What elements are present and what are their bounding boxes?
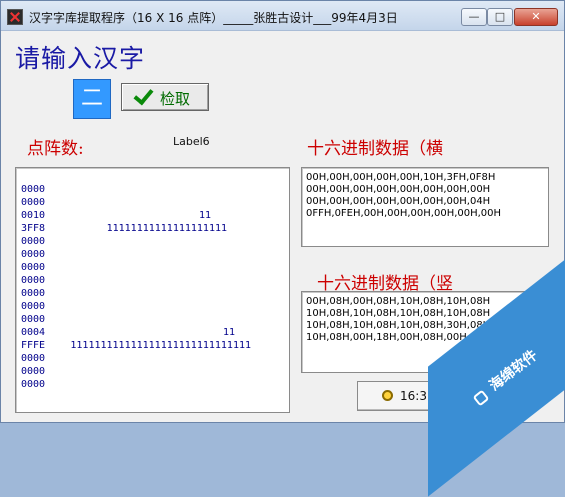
matrix-row: 3FF8 11111111111111111111: [21, 222, 289, 235]
matrix-bits: 111111111111111111111111111111: [70, 340, 252, 351]
matrix-hex: 0000: [21, 366, 46, 377]
search-button-label: 检取: [160, 90, 191, 108]
matrix-row: 0000: [21, 352, 289, 365]
page-heading: 请输入汉字: [15, 44, 146, 73]
hex-line: 00H,00H,00H,00H,00H,10H,3FH,0F8H: [306, 172, 496, 183]
matrix-row: 0000: [21, 261, 289, 274]
clock-icon: [382, 390, 393, 401]
matrix-row: 0000: [21, 378, 289, 391]
matrix-hex: FFFE: [21, 340, 46, 351]
hex-horizontal-panel[interactable]: 00H,00H,00H,00H,00H,10H,3FH,0F8H 00H,00H…: [301, 167, 549, 247]
matrix-bits: 11: [222, 327, 235, 338]
matrix-hex: 0000: [21, 301, 46, 312]
matrix-row: 0000: [21, 300, 289, 313]
matrix-hex: 0000: [21, 249, 46, 260]
matrix-row: 0000: [21, 365, 289, 378]
matrix-row: 0004 11: [21, 326, 289, 339]
matrix-row: 0000: [21, 235, 289, 248]
minimize-button[interactable]: —: [461, 8, 487, 26]
matrix-row: 0010 11: [21, 209, 289, 222]
close-button[interactable]: ✕: [514, 8, 558, 26]
label6: Label6: [173, 135, 210, 148]
check-icon: [133, 84, 154, 106]
hex-horizontal-label: 十六进制数据（横: [307, 139, 443, 159]
matrix-hex: 0010: [21, 210, 46, 221]
matrix-row: 0000: [21, 313, 289, 326]
hex-line: 00H,00H,00H,00H,00H,00H,00H,04H: [306, 196, 491, 207]
matrix-hex: 0000: [21, 184, 46, 195]
matrix-hex: 0000: [21, 314, 46, 325]
char-input[interactable]: 二: [73, 79, 111, 119]
matrix-hex: 0004: [21, 327, 46, 338]
matrix-bits: 11: [198, 210, 211, 221]
matrix-hex: 0000: [21, 236, 46, 247]
matrix-row: 0000: [21, 183, 289, 196]
matrix-hex: 0000: [21, 353, 46, 364]
matrix-bits: 11111111111111111111: [106, 223, 228, 234]
matrix-hex: 0000: [21, 197, 46, 208]
matrix-row: 0000: [21, 196, 289, 209]
matrix-hex: 0000: [21, 275, 46, 286]
app-icon: [7, 9, 23, 25]
dot-matrix-label: 点阵数:: [27, 139, 84, 159]
matrix-row: 0000: [21, 248, 289, 261]
matrix-row: 0000: [21, 287, 289, 300]
matrix-hex: 0000: [21, 262, 46, 273]
title-bar[interactable]: 汉字字库提取程序（16 X 16 点阵）_____张胜古设计___99年4月3日…: [1, 1, 564, 31]
matrix-hex: 0000: [21, 379, 46, 390]
window-title: 汉字字库提取程序（16 X 16 点阵）_____张胜古设计___99年4月3日: [29, 11, 398, 25]
dot-matrix-panel[interactable]: 0000 0000 0010 11 3FF8 11111111111111111111 00…: [15, 167, 290, 413]
matrix-row: 0000: [21, 274, 289, 287]
hex-line: 0FFH,0FEH,00H,00H,00H,00H,00H,00H: [306, 208, 502, 219]
hex-line: 00H,00H,00H,00H,00H,00H,00H,00H: [306, 184, 491, 195]
maximize-button[interactable]: □: [487, 8, 513, 26]
matrix-hex: 0000: [21, 288, 46, 299]
matrix-hex: 3FF8: [21, 223, 46, 234]
matrix-row: FFFE 111111111111111111111111111111: [21, 339, 289, 352]
search-button[interactable]: 检取: [121, 83, 209, 111]
